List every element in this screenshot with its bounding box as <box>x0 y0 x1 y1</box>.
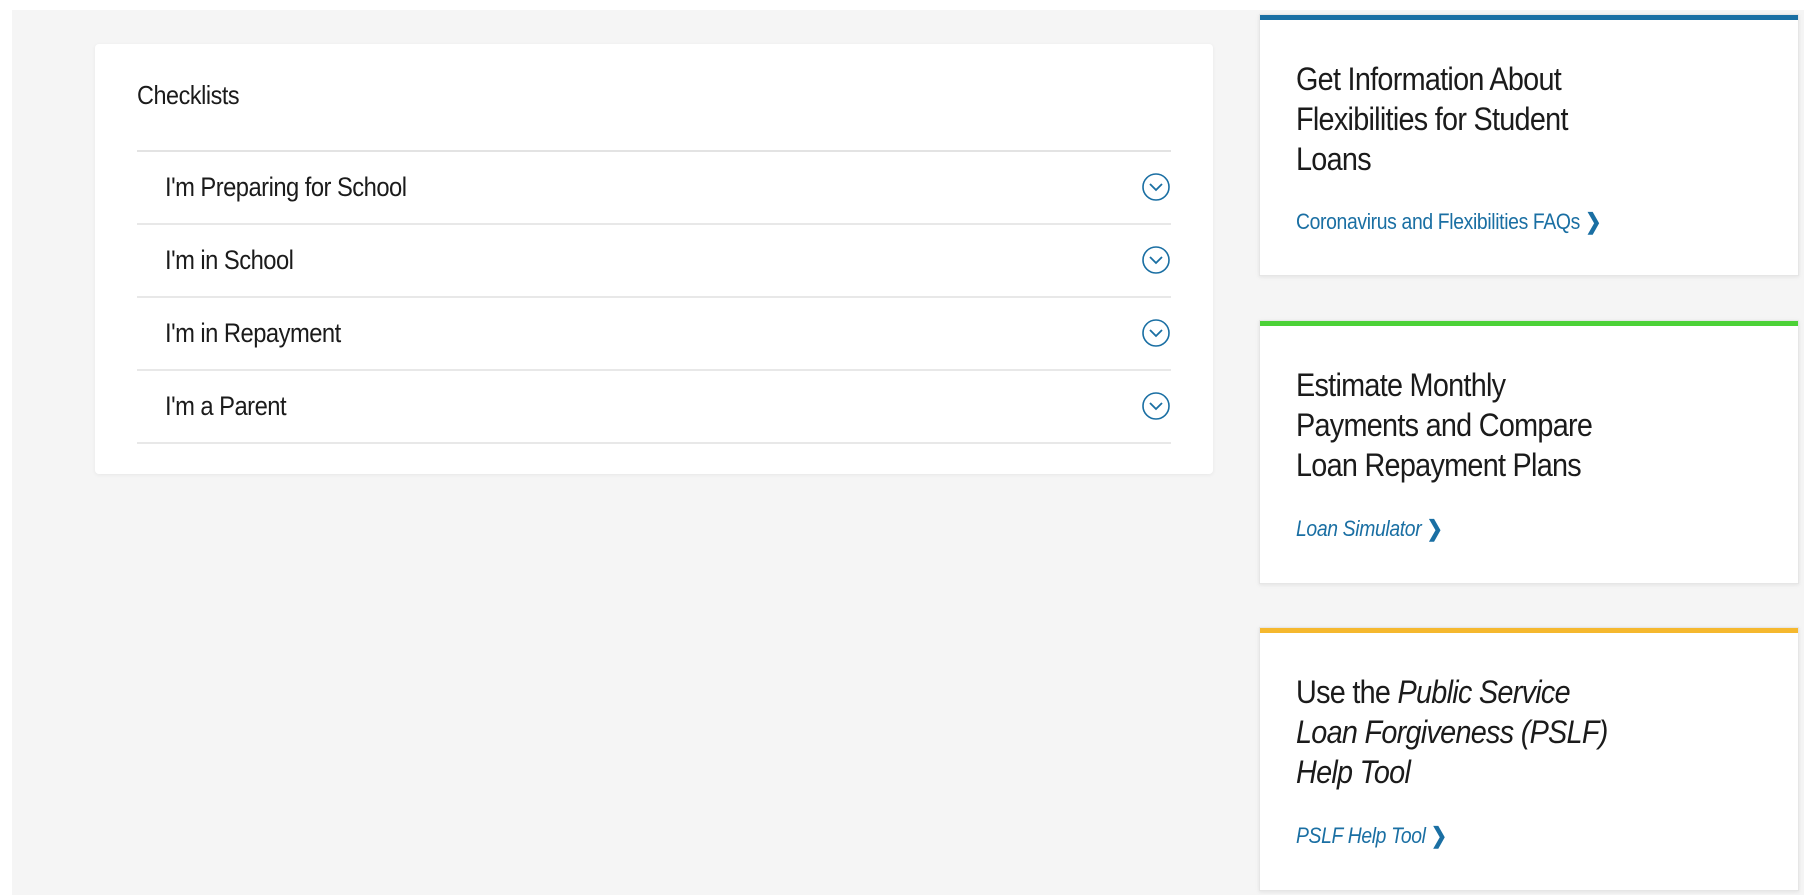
accordion-item-label: I'm in School <box>165 245 294 275</box>
chevron-right-icon: ❯ <box>1430 823 1447 848</box>
card-accent-bar <box>1260 628 1798 633</box>
link-label: Coronavirus and Flexibilities FAQs <box>1296 209 1580 234</box>
pslf-card: Use the Public Service Loan Forgiveness … <box>1259 627 1799 891</box>
accordion-item-preparing-for-school[interactable]: I'm Preparing for School <box>137 152 1171 225</box>
chevron-right-icon: ❯ <box>1585 209 1602 234</box>
accordion-item-label: I'm Preparing for School <box>165 172 407 202</box>
card-heading: Get Information About Flexibilities for … <box>1296 61 1568 177</box>
link-label: PSLF Help Tool <box>1296 823 1426 848</box>
card-heading: Estimate Monthly Payments and Compare Lo… <box>1296 367 1593 483</box>
flexibilities-card: Get Information About Flexibilities for … <box>1259 14 1799 276</box>
chevron-down-circle-icon[interactable] <box>1141 172 1171 202</box>
loan-simulator-card: Estimate Monthly Payments and Compare Lo… <box>1259 320 1799 584</box>
chevron-down-circle-icon[interactable] <box>1141 318 1171 348</box>
heading-prefix: Use the <box>1296 674 1391 710</box>
chevron-down-circle-icon[interactable] <box>1141 245 1171 275</box>
chevron-down-circle-icon[interactable] <box>1141 391 1171 421</box>
accordion-item-in-school[interactable]: I'm in School <box>137 225 1171 298</box>
card-heading: Use the Public Service Loan Forgiveness … <box>1296 672 1620 792</box>
card-accent-bar <box>1260 321 1798 326</box>
checklists-accordion: I'm Preparing for School I'm in School I… <box>137 150 1171 444</box>
flexibilities-faq-link[interactable]: Coronavirus and Flexibilities FAQs ❯ <box>1296 209 1601 235</box>
checklists-title: Checklists <box>137 80 240 110</box>
chevron-right-icon: ❯ <box>1426 516 1443 541</box>
accordion-item-label: I'm a Parent <box>165 391 287 421</box>
card-accent-bar <box>1260 15 1798 20</box>
accordion-item-parent[interactable]: I'm a Parent <box>137 371 1171 444</box>
accordion-item-label: I'm in Repayment <box>165 318 341 348</box>
loan-simulator-link[interactable]: Loan Simulator ❯ <box>1296 516 1443 542</box>
checklists-card: Checklists I'm Preparing for School I'm … <box>95 44 1213 474</box>
pslf-help-tool-link[interactable]: PSLF Help Tool ❯ <box>1296 823 1447 849</box>
link-label: Loan Simulator <box>1296 516 1422 541</box>
accordion-item-in-repayment[interactable]: I'm in Repayment <box>137 298 1171 371</box>
